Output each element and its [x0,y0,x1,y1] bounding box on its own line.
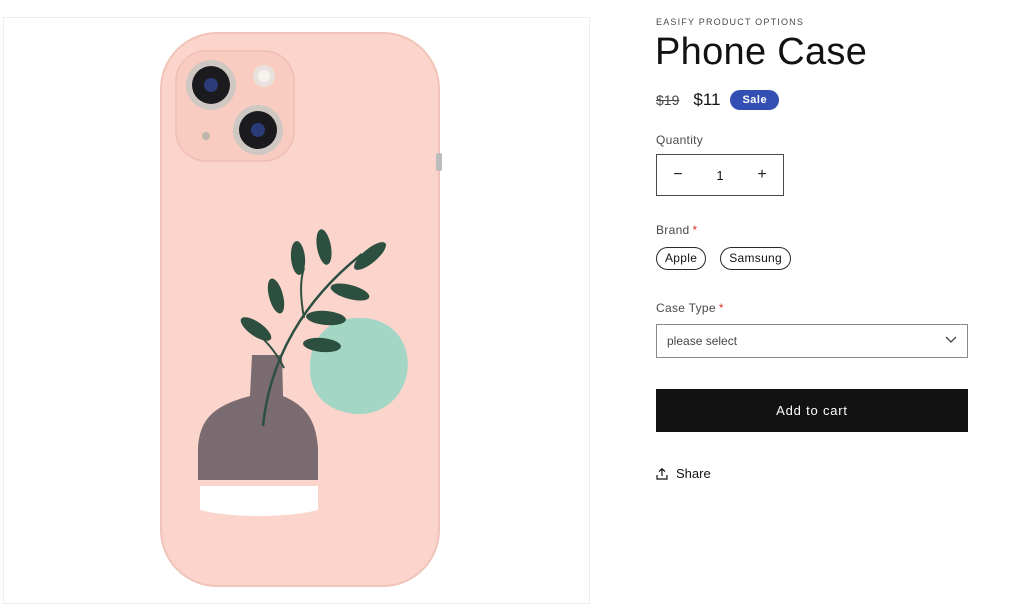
chevron-down-icon [945,336,957,343]
case-type-select[interactable]: please select [656,324,968,358]
product-title: Phone Case [655,31,868,73]
case-type-placeholder: please select [667,334,738,348]
quantity-stepper: − 1 + [656,154,784,196]
share-button[interactable]: Share [656,466,711,481]
required-marker: * [692,223,698,237]
add-to-cart-button[interactable]: Add to cart [656,389,968,432]
quantity-label: Quantity [656,133,704,147]
required-marker: * [718,301,724,315]
brand-options: Apple Samsung [656,247,791,270]
phone-case-image [160,32,442,587]
share-icon [656,467,668,480]
brand-option-samsung[interactable]: Samsung [720,247,791,270]
case-type-label-text: Case Type [656,301,716,315]
share-label: Share [676,466,711,481]
brand-label: Brand * [656,223,698,237]
increase-quantity-button[interactable]: + [741,155,783,195]
product-media[interactable] [3,17,590,604]
decrease-quantity-button[interactable]: − [657,155,699,195]
sale-price: $11 [693,90,721,109]
brand-label-text: Brand [656,223,690,237]
quantity-input[interactable]: 1 [699,168,741,183]
brand-option-apple[interactable]: Apple [656,247,707,270]
case-type-label: Case Type * [656,301,724,315]
vendor-label: EASIFY PRODUCT OPTIONS [656,17,805,27]
sale-badge: Sale [730,90,780,110]
price-row: $19 $11 Sale [656,88,780,112]
compare-price: $19 [656,92,680,108]
